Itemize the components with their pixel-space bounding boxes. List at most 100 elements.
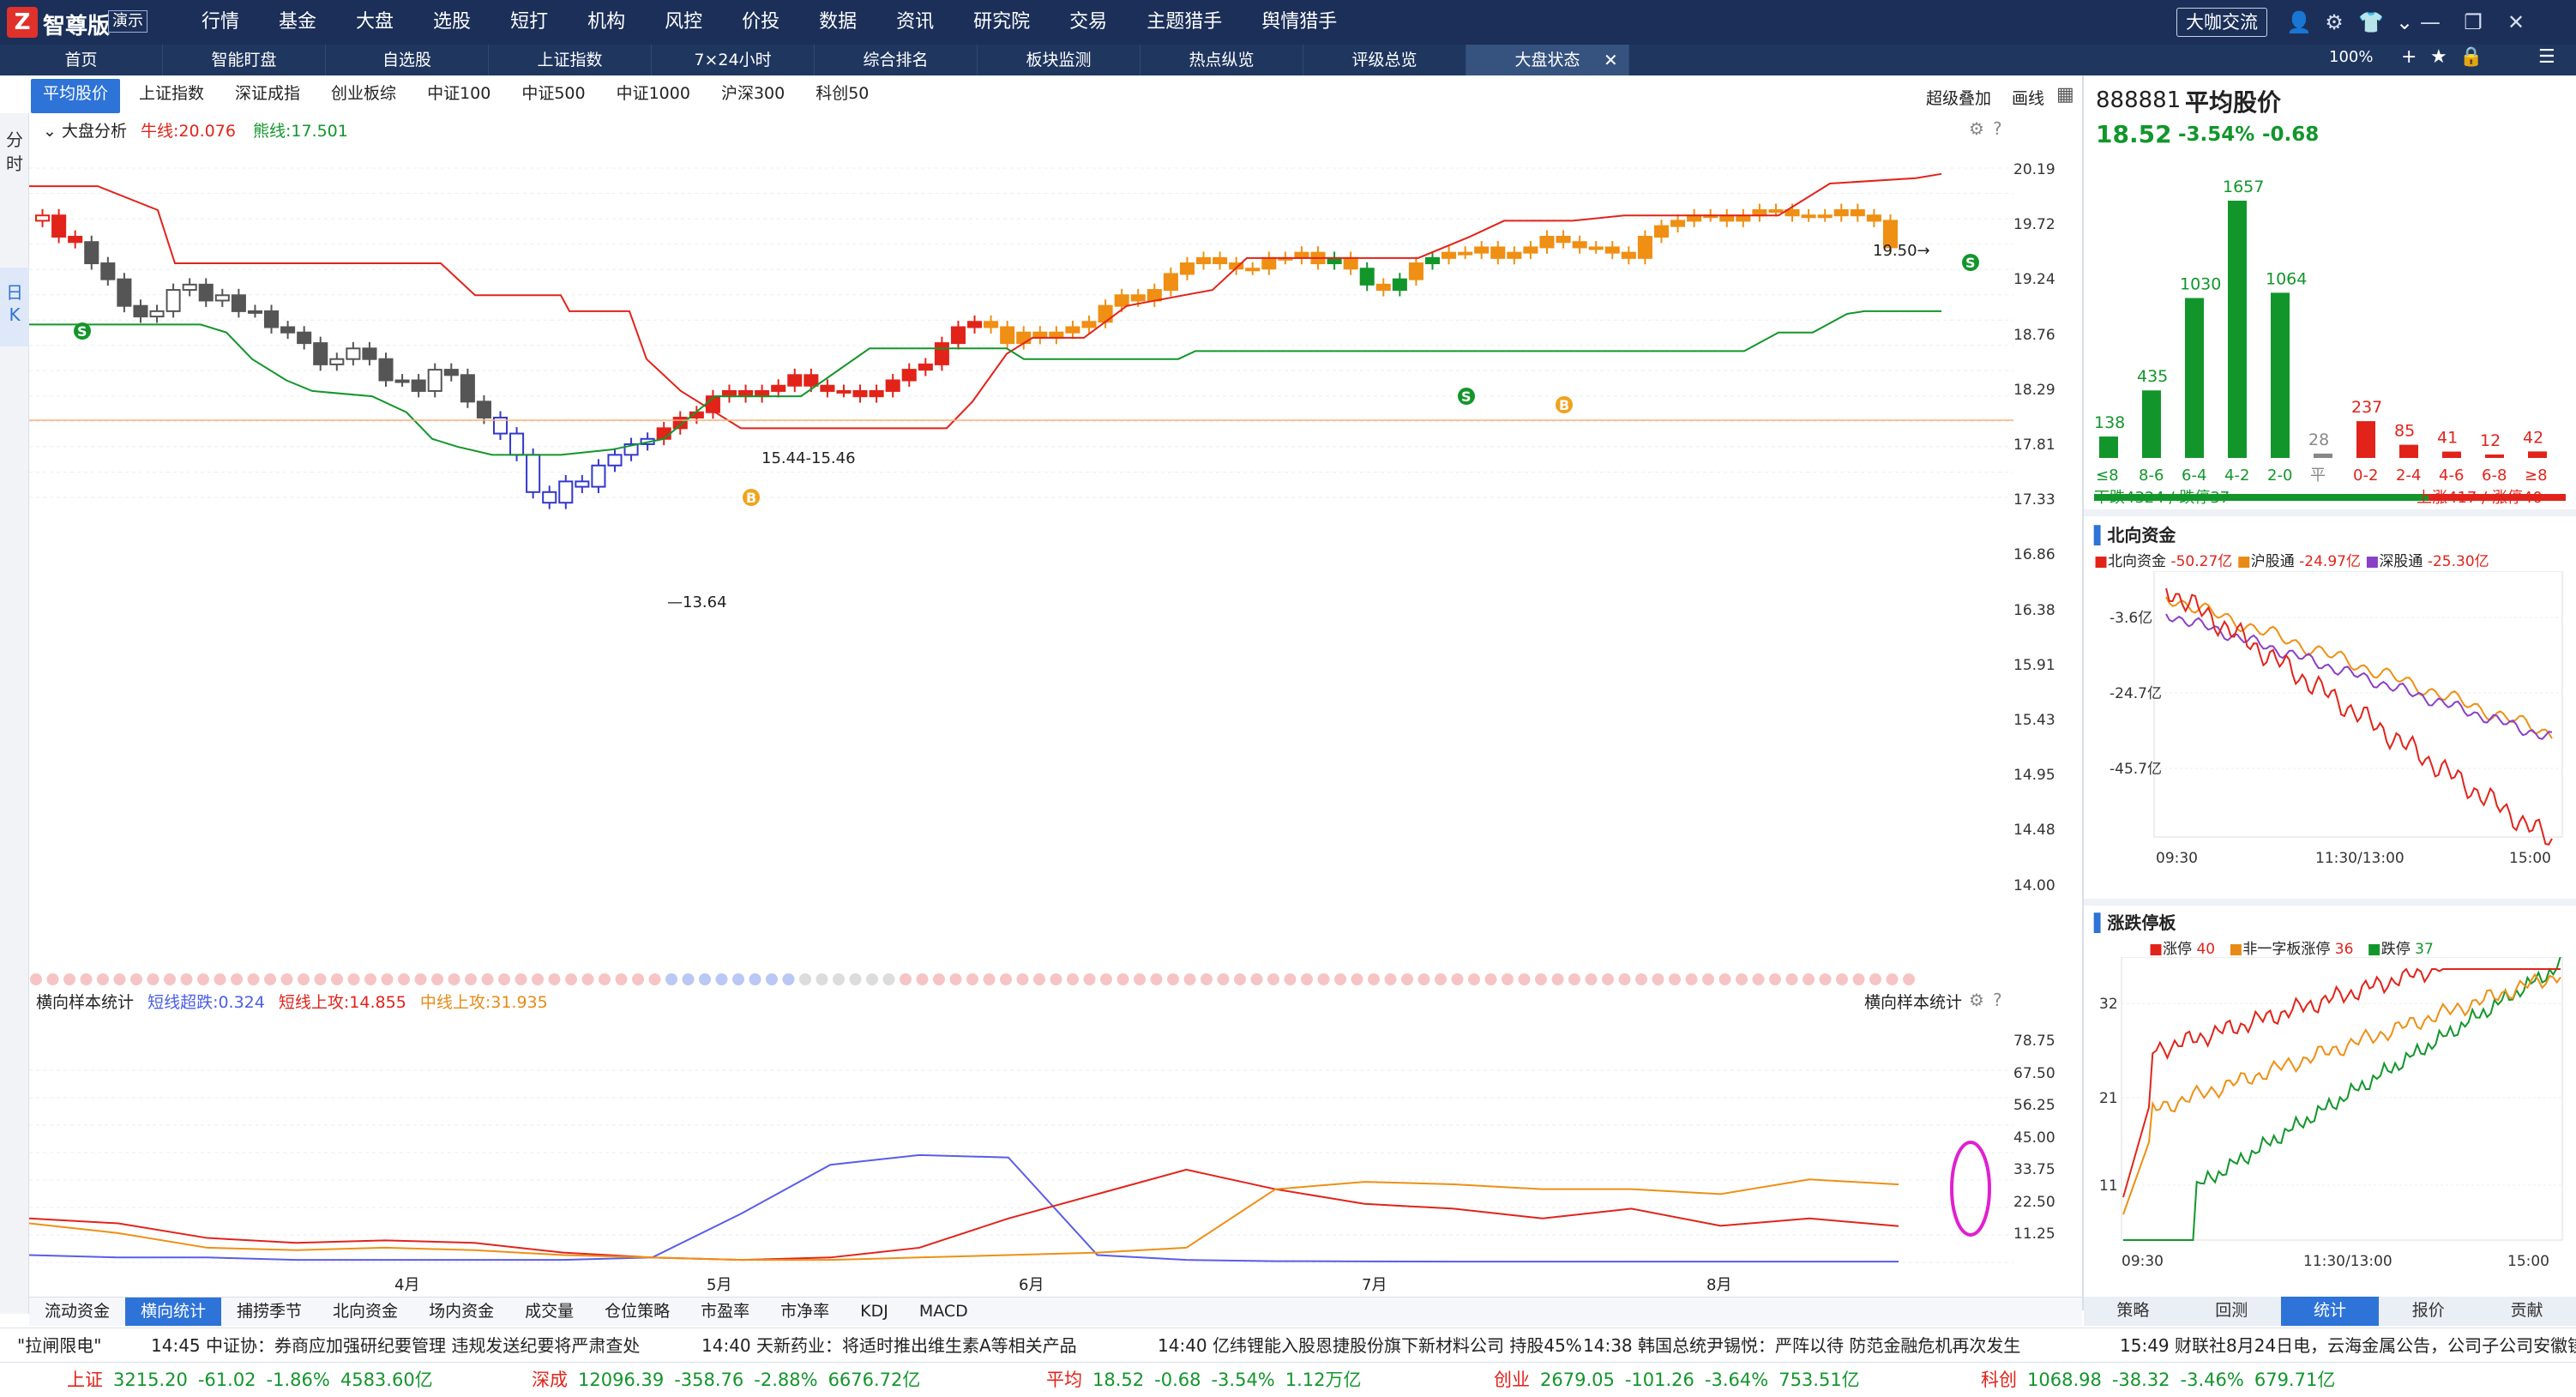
news-item-3[interactable]: 14:40 亿纬锂能入股恩捷股份旗下新材料公司 持股45%: [1158, 1328, 1582, 1362]
indicator-tab-1[interactable]: 横向统计: [125, 1298, 222, 1326]
candle: [329, 352, 345, 371]
status-item-2[interactable]: 平均 18.52 -0.68 -3.54% 1.12万亿: [1046, 1363, 1372, 1397]
tab-5[interactable]: 综合排名: [815, 45, 978, 75]
menu-item-11[interactable]: 交易: [1050, 0, 1127, 45]
user-icon[interactable]: 👤: [2286, 10, 2312, 34]
status-item-0[interactable]: 上证 3215.20 -61.02 -1.86% 4583.60亿: [67, 1363, 443, 1397]
right-tab-4[interactable]: 贡献: [2477, 1297, 2576, 1326]
status-item-1[interactable]: 深成 12096.39 -358.76 -2.88% 6676.72亿: [532, 1363, 930, 1397]
indicator-tab-7[interactable]: 市盈率: [685, 1298, 765, 1326]
right-tab-0[interactable]: 策略: [2084, 1297, 2182, 1326]
subtab-3[interactable]: 创业板综: [319, 79, 408, 113]
help-icon[interactable]: ?: [1993, 990, 2002, 1010]
menu-icon[interactable]: ☰: [2538, 46, 2555, 68]
draw-line-button[interactable]: 画线: [2012, 86, 2044, 109]
menu-item-10[interactable]: 研究院: [954, 0, 1050, 45]
indicator-tab-3[interactable]: 北向资金: [317, 1298, 413, 1326]
buy-marker[interactable]: B: [743, 489, 760, 506]
candle: [1817, 208, 1833, 222]
tab-2[interactable]: 自选股: [326, 45, 489, 75]
menu-item-13[interactable]: 舆情猎手: [1242, 0, 1357, 45]
subtab-6[interactable]: 中证1000: [605, 79, 702, 113]
restore-icon[interactable]: ❐: [2461, 10, 2485, 34]
indicator-tab-9[interactable]: KDJ: [845, 1298, 904, 1326]
right-tab-3[interactable]: 报价: [2379, 1297, 2477, 1326]
tab-0[interactable]: 首页: [0, 45, 163, 75]
indicator-tab-10[interactable]: MACD: [904, 1298, 984, 1326]
minimize-icon[interactable]: —: [2418, 10, 2442, 34]
sub-line-chart[interactable]: [29, 1017, 2013, 1274]
tab-1[interactable]: 智能盯盘: [163, 45, 326, 75]
super-overlay-button[interactable]: 超级叠加: [1926, 86, 1991, 109]
news-item-2[interactable]: 14:40 天新药业：将适时推出维生素A等相关产品: [701, 1328, 1077, 1362]
menu-item-6[interactable]: 风控: [645, 0, 722, 45]
lock-icon[interactable]: 🔒: [2459, 46, 2483, 68]
news-item-5[interactable]: 15:49 财联社8月24日电，云海金属公告，公司子公司安徽镁: [2120, 1328, 2576, 1362]
menu-item-1[interactable]: 基金: [259, 0, 336, 45]
help-icon[interactable]: ?: [1993, 118, 2002, 139]
tab-3[interactable]: 上证指数: [489, 45, 652, 75]
close-icon[interactable]: ✕: [2504, 10, 2528, 34]
indicator-tab-8[interactable]: 市净率: [765, 1298, 845, 1326]
sub-tick: 45.00: [2013, 1129, 2055, 1147]
subtab-5[interactable]: 中证500: [509, 79, 597, 113]
signal-dot-row: [30, 973, 1915, 985]
indicator-tab-4[interactable]: 场内资金: [413, 1298, 509, 1326]
menu-item-12[interactable]: 主题猎手: [1127, 0, 1242, 45]
tab-timeshare-1[interactable]: 分: [0, 129, 29, 151]
sell-marker[interactable]: S: [1458, 388, 1475, 405]
news-item-1[interactable]: 14:45 中证协：券商应加强研纪要管理 违规发送纪要将严肃查处: [151, 1328, 640, 1362]
tab-4[interactable]: 7×24小时: [652, 45, 815, 75]
indicator-tab-2[interactable]: 捕捞季节: [221, 1298, 317, 1326]
indicator-tab-6[interactable]: 仓位策略: [589, 1298, 685, 1326]
tab-daily-k[interactable]: 日 K: [0, 268, 29, 346]
menu-item-4[interactable]: 短打: [491, 0, 568, 45]
zoom-in-icon[interactable]: +: [2401, 46, 2417, 68]
chevron-down-icon[interactable]: ⌄: [2392, 10, 2417, 34]
menu-item-0[interactable]: 行情: [182, 0, 259, 45]
subtab-2[interactable]: 深证成指: [223, 79, 312, 113]
subtab-8[interactable]: 科创50: [803, 79, 881, 113]
menu-item-7[interactable]: 价投: [722, 0, 799, 45]
menu-item-8[interactable]: 数据: [799, 0, 876, 45]
grid-icon[interactable]: ▦: [2056, 84, 2074, 105]
menu-item-9[interactable]: 资讯: [876, 0, 954, 45]
tab-8[interactable]: 评级总览: [1303, 45, 1466, 75]
limit-chart[interactable]: 32 21 11 09:30 11:30/13:00 15:00: [2084, 957, 2576, 1297]
star-icon[interactable]: ★: [2430, 46, 2447, 68]
menu-item-5[interactable]: 机构: [568, 0, 645, 45]
skin-icon[interactable]: 👕: [2358, 10, 2384, 34]
svg-text:≤8: ≤8: [2096, 467, 2119, 485]
news-item-4[interactable]: 14:38 韩国总统尹锡悦：严阵以待 防范金融危机再次发生: [1583, 1328, 2020, 1362]
subtab-1[interactable]: 上证指数: [127, 79, 216, 113]
news-item-0[interactable]: "拉闸限电": [17, 1328, 101, 1362]
tab-close-icon[interactable]: ✕: [1604, 45, 1618, 75]
sell-marker[interactable]: S: [74, 322, 91, 340]
subtab-7[interactable]: 沪深300: [709, 79, 797, 113]
settings-icon[interactable]: ⚙: [1969, 118, 1984, 139]
menu-item-2[interactable]: 大盘: [336, 0, 413, 45]
indicator-tab-0[interactable]: 流动资金: [29, 1298, 125, 1326]
north-fund-chart[interactable]: -3.6亿 -24.7亿 -45.7亿 09:30 11:30/13:00 15:00: [2084, 571, 2576, 897]
buy-marker[interactable]: B: [1556, 396, 1573, 413]
indicator-tab-5[interactable]: 成交量: [509, 1298, 589, 1326]
right-tab-2[interactable]: 统计: [2280, 1297, 2380, 1326]
kline-chart[interactable]: 19.50→ —13.64 15.44-15.46 S B S B S: [29, 137, 2013, 960]
tab-6[interactable]: 板块监测: [978, 45, 1141, 75]
status-item-4[interactable]: 科创 1068.98 -38.32 -3.46% 679.71亿: [1981, 1363, 2345, 1397]
status-item-3[interactable]: 创业 2679.05 -101.26 -3.64% 753.51亿: [1494, 1363, 1870, 1397]
community-button[interactable]: 大咖交流: [2176, 8, 2267, 37]
settings-icon[interactable]: ⚙: [2322, 10, 2346, 34]
tab-timeshare-2[interactable]: 时: [0, 153, 29, 175]
north-x-label: 15:00: [2509, 850, 2551, 867]
price-tick: 18.29: [2013, 381, 2055, 399]
candle: [918, 358, 933, 376]
menu-item-3[interactable]: 选股: [413, 0, 491, 45]
subtab-4[interactable]: 中证100: [415, 79, 503, 113]
settings-icon[interactable]: ⚙: [1969, 990, 1984, 1010]
subtab-0[interactable]: 平均股价: [31, 79, 121, 113]
right-tab-1[interactable]: 回测: [2182, 1297, 2281, 1326]
sell-marker[interactable]: S: [1962, 254, 1979, 271]
signal-dot: [1384, 973, 1397, 985]
tab-7[interactable]: 热点纵览: [1141, 45, 1303, 75]
